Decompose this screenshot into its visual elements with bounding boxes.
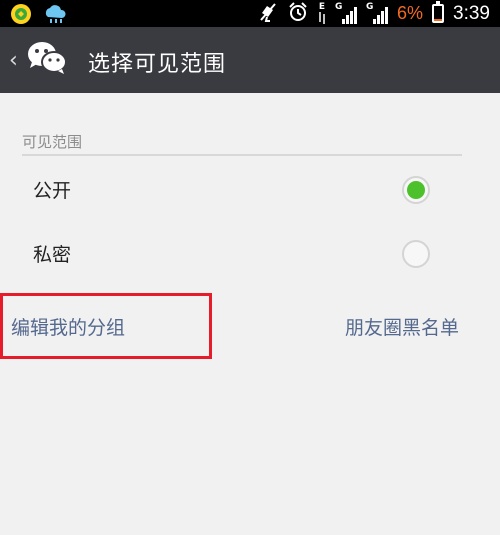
back-button[interactable]: ‹ — [6, 41, 78, 79]
title-bar: ‹ 选择可见范围 — [0, 27, 500, 93]
moments-blacklist-link[interactable]: 朋友圈黑名单 — [345, 313, 459, 340]
signal-icon: G — [335, 2, 357, 24]
weather-cloud-icon — [42, 3, 68, 29]
page-title: 选择可见范围 — [88, 52, 227, 77]
data-arrows-icon: E — [318, 3, 326, 24]
muted-icon — [258, 1, 278, 27]
network-type-label: E — [318, 2, 326, 12]
section-label: 可见范围 — [22, 133, 83, 151]
battery-percent: 6% — [397, 3, 424, 23]
status-bar-left — [10, 3, 68, 29]
app-notification-icon — [10, 3, 32, 29]
status-bar: E G G 6% 3:39 — [0, 0, 500, 27]
highlight-annotation — [0, 293, 212, 359]
status-bar-right: E G G 6% 3:39 — [258, 0, 490, 27]
battery-icon — [432, 1, 445, 23]
option-private[interactable]: 私密 — [0, 224, 470, 284]
radio-unselected[interactable] — [402, 240, 430, 268]
section-header: 可见范围 — [22, 131, 462, 156]
radio-selected[interactable] — [402, 176, 430, 204]
alarm-icon — [287, 1, 309, 27]
wechat-icon — [26, 40, 68, 80]
option-public[interactable]: 公开 — [0, 160, 470, 220]
option-label: 私密 — [33, 244, 72, 266]
option-label: 公开 — [33, 180, 72, 202]
chevron-left-icon: ‹ — [9, 47, 18, 73]
signal-icon: G — [366, 2, 388, 24]
clock: 3:39 — [453, 2, 490, 24]
